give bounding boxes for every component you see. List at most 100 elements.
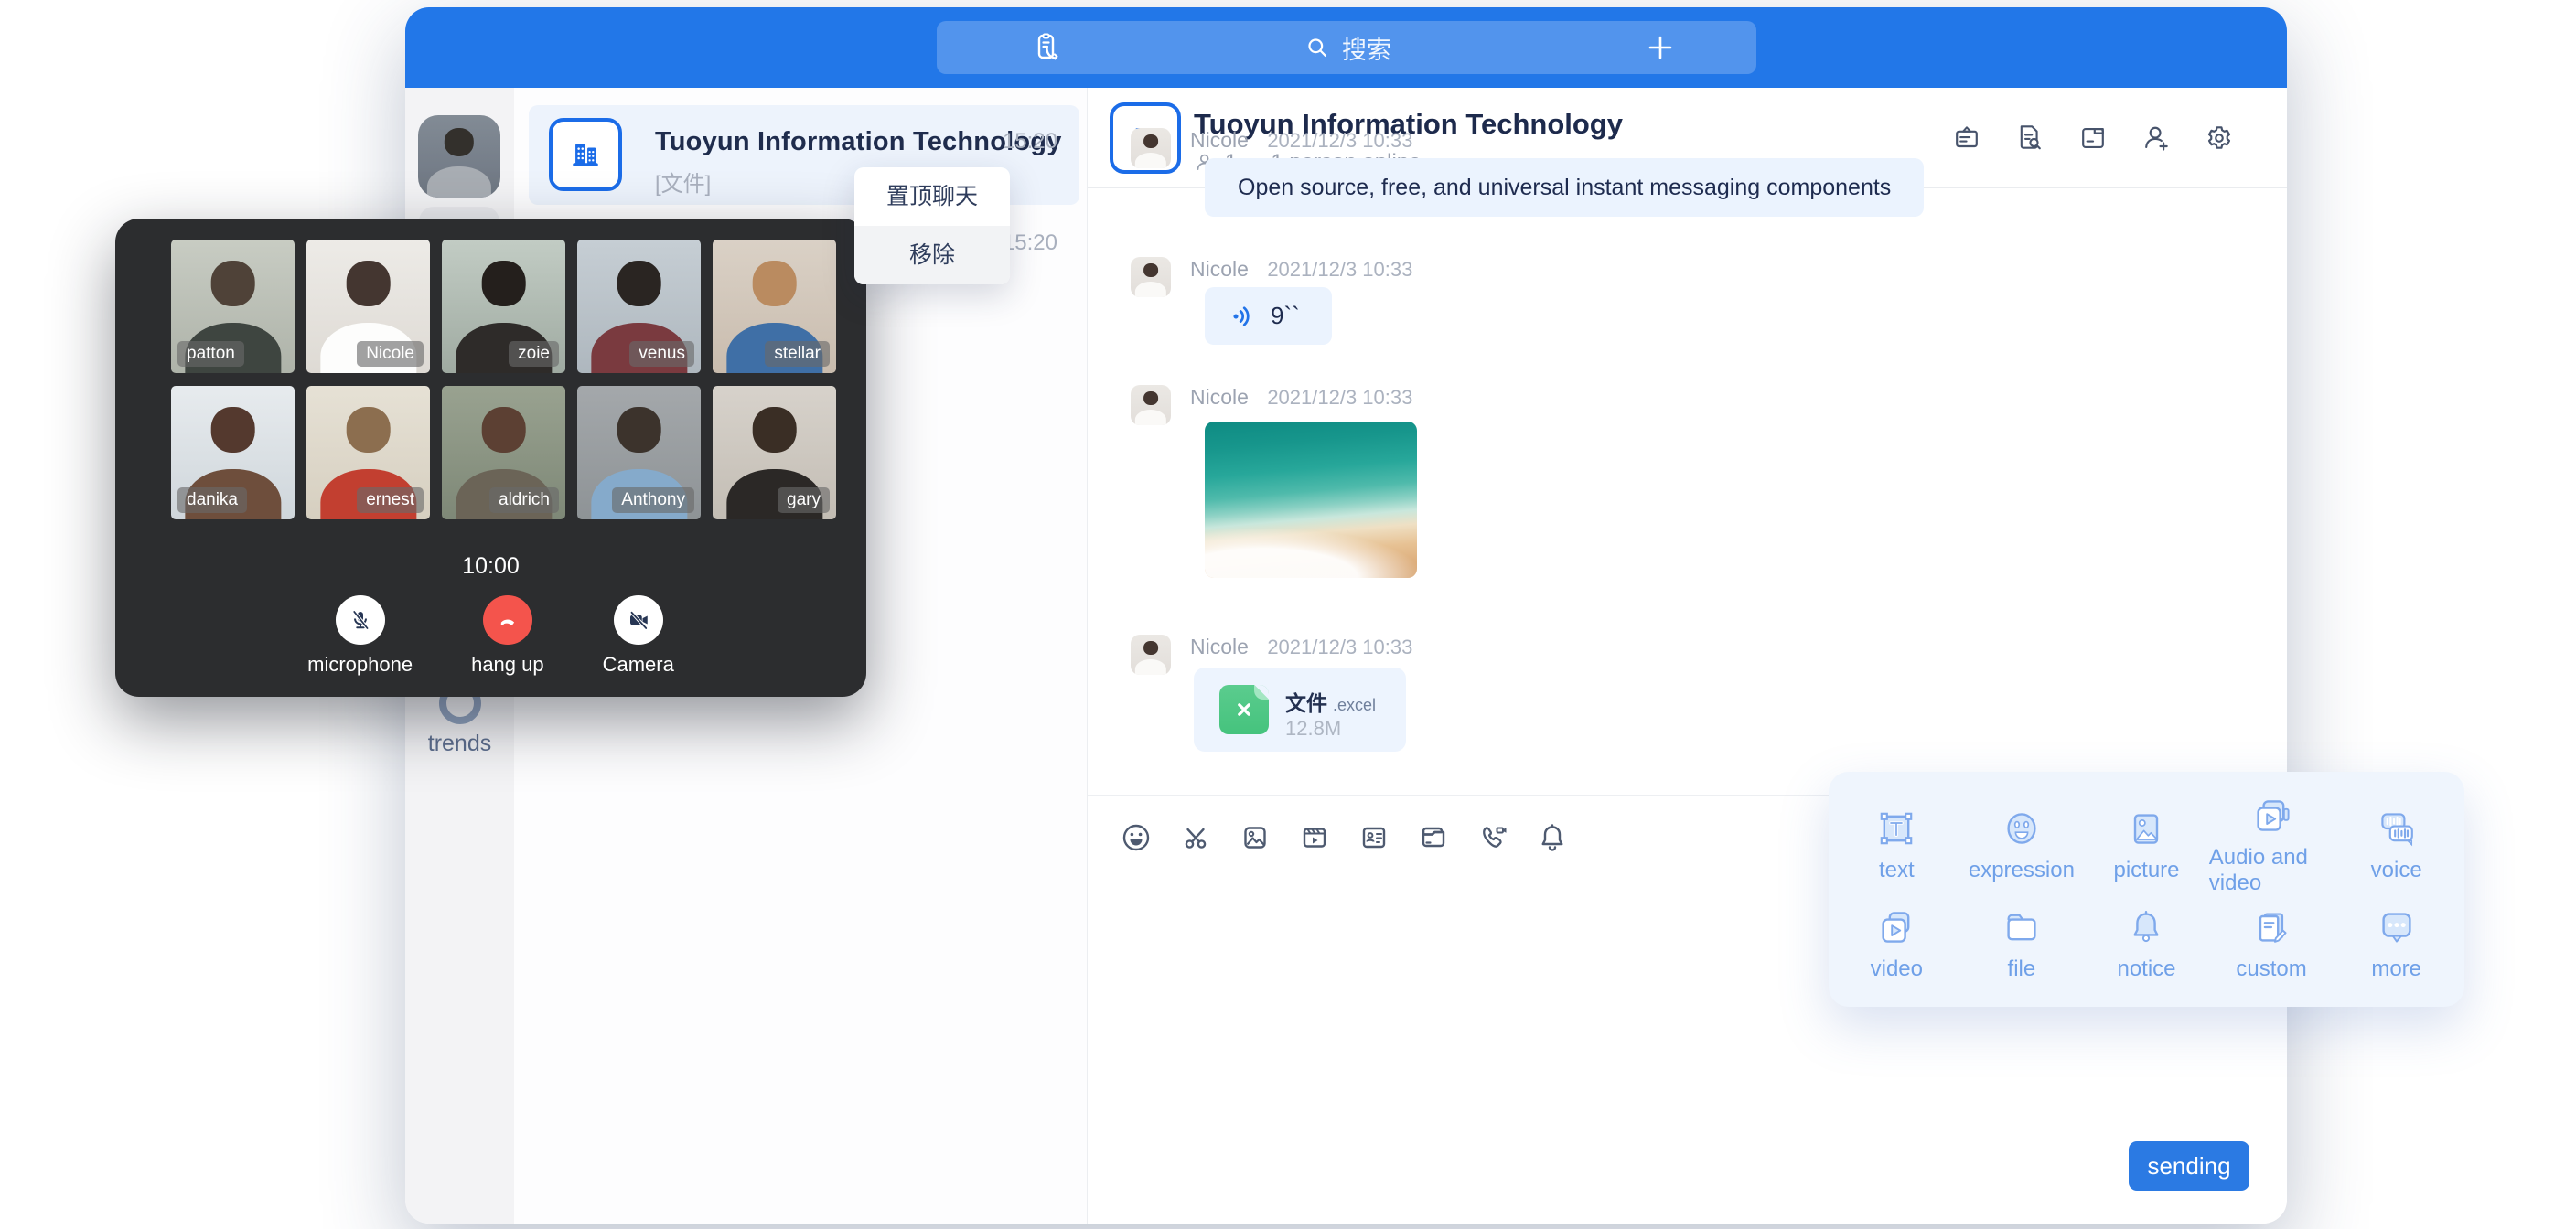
message-bubble[interactable]: Open source, free, and universal instant… (1205, 158, 1924, 217)
participant-tile[interactable]: Nicole (306, 240, 430, 373)
picture-icon (2124, 807, 2168, 850)
participant-name: Anthony (612, 487, 694, 513)
feature-text[interactable]: text (1834, 794, 1959, 896)
hang-up-icon (494, 606, 521, 634)
custom-message-icon (2249, 905, 2293, 949)
file-ext: .excel (1333, 696, 1376, 714)
participant-tile[interactable]: stellar (713, 240, 836, 373)
participant-head-shape (752, 261, 797, 306)
avatar-body-shape (427, 166, 491, 198)
feature-notice[interactable]: notice (2084, 896, 2209, 990)
microphone-toggle[interactable]: microphone (307, 595, 413, 677)
chat-preview: [文件] (655, 166, 711, 198)
participant-name: patton (177, 341, 244, 367)
hang-up-label: hang up (471, 653, 544, 677)
feature-more[interactable]: more (2334, 896, 2459, 990)
send-image-icon[interactable] (1237, 819, 1273, 856)
sender-avatar[interactable] (1131, 385, 1171, 425)
feature-label: custom (2236, 956, 2306, 982)
sender-avatar-photo (1131, 128, 1171, 168)
contact-card-icon[interactable] (1356, 819, 1392, 856)
message-voice: Nicole 2021/12/3 10:33 9`` (1131, 257, 1412, 345)
participant-tile[interactable]: aldrich (442, 386, 565, 519)
add-button[interactable] (1619, 21, 1701, 74)
video-call-overlay: patton Nicole zoie venus (115, 219, 866, 697)
sender-avatar[interactable] (1131, 128, 1171, 168)
feature-file[interactable]: file (1959, 896, 2085, 990)
feature-voice[interactable]: voice (2334, 794, 2459, 896)
send-file-folder-icon[interactable] (1415, 819, 1452, 856)
message-meta: Nicole 2021/12/3 10:33 (1190, 257, 1412, 281)
participant-tile[interactable]: ernest (306, 386, 430, 519)
search-icon (1302, 32, 1333, 63)
feature-label: voice (2371, 858, 2422, 883)
avatar-head-shape (1143, 134, 1158, 148)
participant-tile[interactable]: zoie (442, 240, 565, 373)
avatar-head-shape (1143, 641, 1158, 655)
top-bar: 搜索 (405, 7, 2287, 88)
avatar-body-shape (1135, 659, 1166, 675)
feature-custom[interactable]: custom (2209, 896, 2334, 990)
chat-time: 15:20 (1003, 129, 1057, 155)
feature-expression[interactable]: expression (1959, 794, 2085, 896)
add-member-icon[interactable] (2140, 122, 2173, 155)
participant-tile[interactable]: gary (713, 386, 836, 519)
header-actions (1950, 122, 2236, 155)
feature-picture[interactable]: picture (2084, 794, 2209, 896)
file-fold-corner (1254, 685, 1269, 700)
beach-photo (1205, 422, 1417, 578)
microphone-label: microphone (307, 653, 413, 677)
sender-avatar-photo (1131, 385, 1171, 425)
chat-time: 15:20 (1003, 230, 1057, 256)
settings-gear-icon[interactable] (2203, 122, 2236, 155)
participant-name: venus (629, 341, 694, 367)
notification-bell-icon[interactable] (1534, 819, 1571, 856)
notice-bell-icon (2124, 905, 2168, 949)
menu-item-remove[interactable]: 移除 (854, 226, 1010, 284)
sender-name: Nicole (1190, 128, 1249, 152)
avatar-body-shape (1135, 282, 1166, 297)
feature-audio-video[interactable]: Audio and video (2209, 794, 2334, 896)
message-meta: Nicole 2021/12/3 10:33 (1190, 128, 1924, 152)
image-message-thumbnail[interactable] (1205, 422, 1417, 578)
menu-item-pin-chat[interactable]: 置顶聊天 (854, 167, 1010, 226)
user-avatar-photo (418, 115, 500, 198)
message-time: 2021/12/3 10:33 (1267, 129, 1412, 152)
message-meta: Nicole 2021/12/3 10:33 (1190, 635, 1412, 658)
screenshot-scissors-icon[interactable] (1177, 819, 1214, 856)
avatar-body-shape (1135, 410, 1166, 425)
camera-toggle[interactable]: Camera (603, 595, 674, 677)
participant-head-shape (210, 407, 255, 453)
participant-tile[interactable]: Anthony (577, 386, 701, 519)
files-icon[interactable] (2077, 122, 2109, 155)
group-notice-icon[interactable] (1950, 122, 1983, 155)
expression-icon (2000, 807, 2044, 850)
group-avatar (549, 118, 622, 191)
sender-avatar[interactable] (1131, 257, 1171, 297)
send-video-icon[interactable] (1296, 819, 1333, 856)
voice-message-bubble[interactable]: 9`` (1205, 287, 1332, 345)
user-avatar[interactable] (418, 115, 500, 198)
file-folder-icon (2000, 905, 2044, 949)
participant-name: gary (778, 487, 830, 513)
participant-tile[interactable]: venus (577, 240, 701, 373)
feature-video[interactable]: video (1834, 896, 1959, 990)
file-message-card[interactable]: 文件.excel 12.8M (1194, 668, 1406, 752)
feature-label: file (2008, 956, 2036, 982)
file-name-row: 文件.excel (1285, 686, 1376, 717)
avatar-head-shape (1143, 391, 1158, 405)
chat-history-search-icon[interactable] (2013, 122, 2046, 155)
sender-name: Nicole (1190, 635, 1249, 658)
hang-up-button[interactable]: hang up (471, 595, 544, 677)
participant-tile[interactable]: danika (171, 386, 295, 519)
send-button[interactable]: sending (2129, 1141, 2249, 1191)
camera-muted-icon (625, 606, 652, 634)
participant-head-shape (617, 261, 661, 306)
video-call-icon[interactable] (1475, 819, 1511, 856)
participant-tile[interactable]: patton (171, 240, 295, 373)
sender-avatar[interactable] (1131, 635, 1171, 675)
emoji-icon[interactable] (1118, 819, 1154, 856)
file-size: 12.8M (1285, 717, 1341, 741)
plus-icon (1642, 29, 1679, 66)
sender-avatar-photo (1131, 257, 1171, 297)
